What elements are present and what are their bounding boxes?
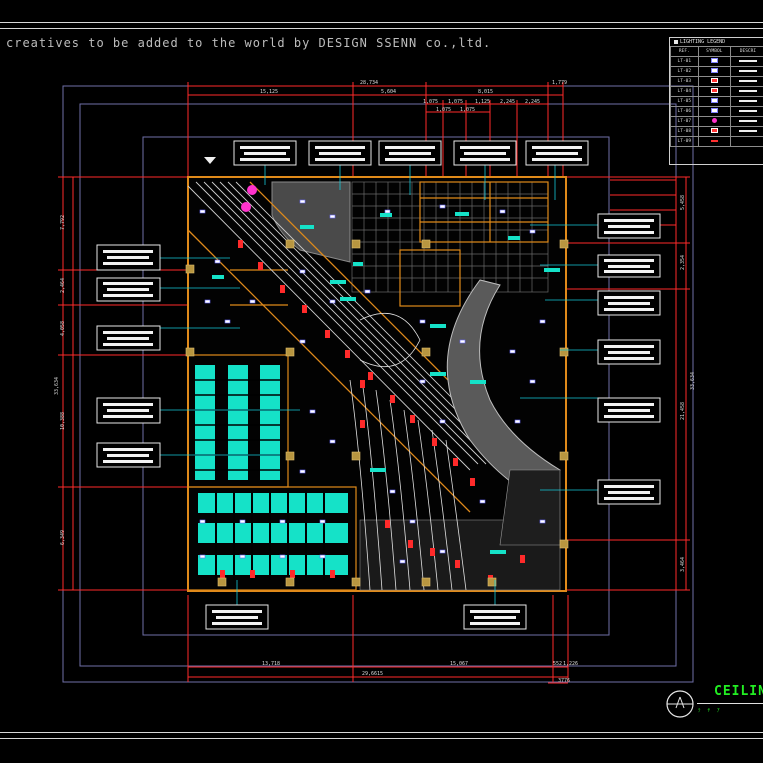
linear-light-symbol-icon bbox=[710, 140, 718, 142]
dim-top-c: 8,015 bbox=[478, 89, 493, 95]
description-bar bbox=[738, 60, 757, 62]
drawing-subtitle: ﾃ ﾔ ｱ bbox=[698, 708, 722, 714]
legend-title: LIGHTING LEGEND bbox=[674, 39, 725, 45]
cyan-fixture-grid-bottom bbox=[198, 493, 348, 575]
light-symbol-icon bbox=[710, 98, 718, 103]
dim-left-c: 4,058 bbox=[60, 321, 66, 336]
dim-top-b: 5,604 bbox=[381, 89, 396, 95]
legend-ref: LT-02 bbox=[670, 66, 699, 77]
description-bar bbox=[738, 120, 757, 122]
legend-table: REF. SYMBOL DESCRI LT-01 LT-02 LT-03 LT-… bbox=[670, 46, 763, 147]
legend-ref: LT-05 bbox=[670, 96, 699, 107]
description-bar bbox=[738, 130, 757, 132]
dim-top-f1: 1,075 bbox=[436, 107, 451, 113]
cyan-fixture-blocks-left bbox=[195, 365, 280, 480]
spot-light-symbol-icon bbox=[710, 88, 718, 93]
dim-bottom-a: 13,718 bbox=[262, 661, 280, 667]
legend-header-symbol: SYMBOL bbox=[697, 46, 731, 57]
dim-top-a: 15,125 bbox=[260, 89, 278, 95]
dim-left-e: 6,349 bbox=[60, 530, 66, 545]
lighting-legend: LIGHTING LEGEND REF. SYMBOL DESCRI LT-01… bbox=[669, 37, 763, 165]
legend-header-description: DESCRI bbox=[729, 46, 763, 57]
legend-ref: LT-06 bbox=[670, 106, 699, 117]
legend-ref: LT-04 bbox=[670, 86, 699, 97]
dim-right-d: 3,464 bbox=[680, 557, 686, 572]
dim-top-e1: 1,075 bbox=[423, 99, 438, 105]
dim-top-e4: 2,245 bbox=[500, 99, 515, 105]
legend-ref: LT-03 bbox=[670, 76, 699, 87]
pink-sprinkler-icon bbox=[711, 118, 717, 123]
dim-bottom-d: 1,226 bbox=[563, 661, 578, 667]
legend-ref: LT-08 bbox=[670, 126, 699, 137]
dim-top-d: 1,779 bbox=[552, 80, 567, 86]
legend-ref: LT-09 bbox=[670, 136, 699, 147]
dim-left-a: 7,792 bbox=[60, 215, 66, 230]
dim-bottom-c: 552 bbox=[553, 661, 562, 667]
dim-left-total: 33,634 bbox=[54, 377, 60, 395]
legend-ref: LT-01 bbox=[670, 56, 699, 67]
dim-top-e3: 1,125 bbox=[475, 99, 490, 105]
light-symbol-icon bbox=[710, 68, 718, 73]
spot-light-symbol-icon bbox=[710, 78, 718, 83]
dim-right-total: 33,634 bbox=[690, 372, 696, 390]
speckled-corner-zone bbox=[499, 469, 561, 546]
light-symbol-icon bbox=[710, 58, 718, 63]
dim-top-f2: 1,075 bbox=[460, 107, 475, 113]
legend-header-ref: REF. bbox=[670, 46, 699, 57]
title-underline bbox=[697, 703, 763, 704]
drawing-title: CEILING bbox=[714, 684, 763, 699]
dim-top-total: 28,734 bbox=[360, 80, 378, 86]
dim-bottom-e: 3776 bbox=[558, 678, 570, 684]
description-bar bbox=[738, 110, 757, 112]
description-bar bbox=[738, 90, 757, 92]
dim-top-e5: 2,245 bbox=[525, 99, 540, 105]
dim-right-c: 21,458 bbox=[680, 402, 686, 420]
description-bar bbox=[738, 80, 757, 82]
dim-bottom-total: 29,6615 bbox=[362, 671, 383, 677]
description-bar bbox=[738, 100, 757, 102]
dim-left-b: 2,464 bbox=[60, 278, 66, 293]
section-marker-icon bbox=[204, 157, 216, 164]
light-symbol-icon bbox=[710, 108, 718, 113]
dim-top-e2: 1,075 bbox=[448, 99, 463, 105]
spot-light-symbol-icon bbox=[710, 128, 718, 133]
dim-bottom-b: 15,067 bbox=[450, 661, 468, 667]
description-bar bbox=[738, 70, 757, 72]
legend-ref: LT-07 bbox=[670, 116, 699, 127]
ceiling-plan-drawing: 28,734 15,125 5,604 8,015 1,779 1,075 1,… bbox=[54, 80, 696, 684]
dim-right-b: 2,354 bbox=[680, 255, 686, 270]
dim-left-d: 10,388 bbox=[60, 412, 66, 430]
dim-right-a: 5,458 bbox=[680, 195, 686, 210]
drawing-number-circle-icon bbox=[666, 690, 694, 718]
